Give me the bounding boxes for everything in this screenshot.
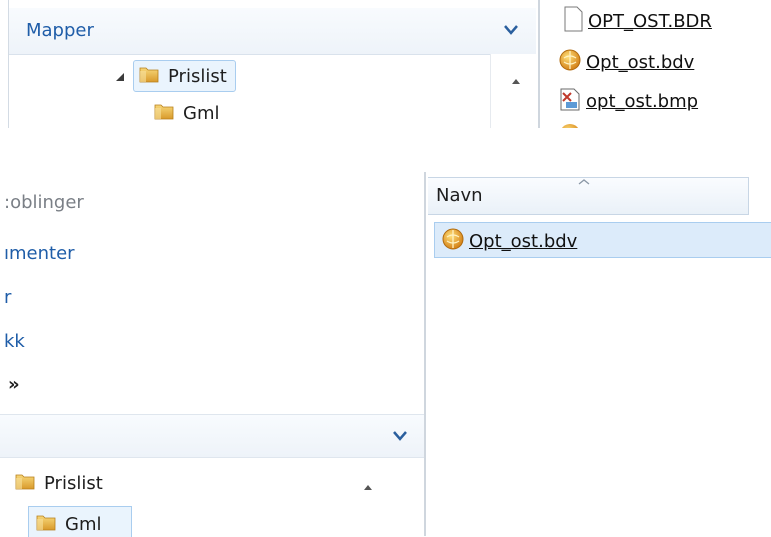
tree-item-label: Prislist — [168, 65, 227, 87]
tree-item-label: Prislist — [44, 472, 103, 494]
folder-icon — [35, 511, 57, 537]
image-file-icon — [558, 86, 582, 116]
file-row[interactable]: Opt_ost.bdv — [558, 48, 694, 76]
tree-item-gml[interactable]: Gml — [153, 100, 219, 126]
tree-item-label: Gml — [65, 513, 102, 535]
nav-item-pictures[interactable]: r — [4, 287, 11, 308]
tree-item-content: Gml — [35, 511, 101, 537]
file-row[interactable]: opt_ost.bmp — [558, 86, 698, 116]
file-row-selected[interactable]: Opt_ost.bdv — [434, 222, 771, 258]
file-row[interactable]: OPT_OST.BDR — [562, 6, 712, 36]
sort-arrow-icon — [578, 171, 590, 190]
top-file-list: OPT_OST.BDR Opt_ost.bdv opt_ost.bmp — [540, 0, 771, 128]
folders-header[interactable] — [0, 414, 424, 458]
tree-item-gml[interactable]: Gml — [28, 506, 132, 537]
globe-file-icon — [558, 48, 582, 76]
file-name[interactable]: Opt_ost.bdv — [586, 52, 694, 73]
chevron-down-icon[interactable] — [503, 24, 519, 36]
tree-scrollbar[interactable] — [490, 54, 537, 128]
column-header-label: Navn — [436, 185, 483, 206]
folders-header-label: Mapper — [26, 20, 94, 41]
tree-item-label: Gml — [183, 102, 220, 124]
nav-item-documents[interactable]: ımenter — [4, 243, 75, 264]
globe-file-icon — [441, 227, 465, 255]
globe-file-icon — [558, 122, 582, 128]
scroll-up-arrow-icon[interactable] — [363, 476, 373, 495]
folder-icon — [138, 63, 160, 89]
file-name[interactable]: OPT_OST.BDR — [588, 11, 712, 32]
folder-icon — [153, 100, 175, 126]
nav-item-music[interactable]: kk — [4, 331, 25, 352]
selected-folder-chip[interactable]: Prislist — [133, 60, 236, 92]
tree-item-prislist[interactable]: Prislist — [115, 60, 236, 92]
scroll-up-arrow-icon[interactable] — [511, 70, 521, 89]
file-row-content: Opt_ost.bdv — [441, 227, 577, 255]
expand-triangle-icon[interactable] — [115, 67, 125, 86]
nav-item-links[interactable]: :oblinger — [4, 192, 84, 213]
more-links-button[interactable]: » — [8, 374, 20, 395]
file-name[interactable]: opt_ost.bmp — [586, 91, 698, 112]
folder-icon — [14, 470, 36, 496]
blank-file-icon — [562, 6, 584, 36]
tree-item-prislist[interactable]: Prislist — [14, 470, 103, 496]
chevron-down-icon[interactable] — [392, 430, 408, 442]
file-name[interactable]: Opt_ost.bdv — [469, 231, 577, 252]
